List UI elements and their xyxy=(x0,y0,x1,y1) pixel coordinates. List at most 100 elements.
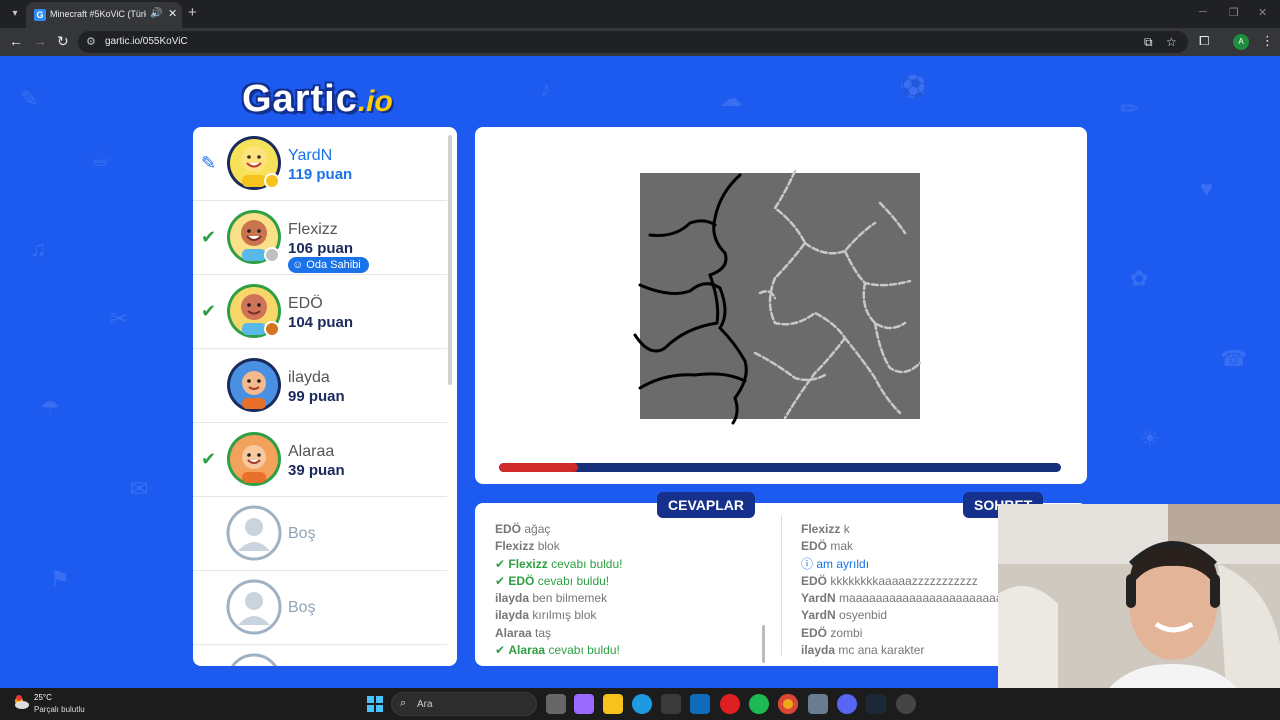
close-icon[interactable]: ✕ xyxy=(168,7,177,20)
window-close-icon[interactable]: ✕ xyxy=(1258,6,1267,19)
player-row[interactable]: ✔ Alaraa 39 puan xyxy=(193,423,447,497)
gartic-favicon-icon: G xyxy=(34,9,46,21)
player-row[interactable]: ✎ YardN 119 puan xyxy=(193,127,447,201)
new-tab-icon[interactable]: + xyxy=(188,4,197,21)
answer-user: ilayda xyxy=(495,608,530,623)
player-list-scrollbar[interactable] xyxy=(448,135,452,385)
doodle-icon: ✿ xyxy=(1130,266,1149,291)
empty-slot-label: Boş xyxy=(288,525,316,542)
outlook-icon[interactable] xyxy=(690,694,710,714)
tab-search-icon[interactable]: ▾ xyxy=(6,5,24,23)
bookmark-star-icon[interactable]: ☆ xyxy=(1166,35,1177,49)
doodle-icon: ♥ xyxy=(1200,176,1214,201)
empty-avatar xyxy=(226,579,282,635)
player-name: Flexizz xyxy=(288,221,338,238)
answer-text: kırılmış blok xyxy=(532,608,597,623)
install-app-icon[interactable]: ⧉ xyxy=(1144,35,1153,50)
tab-answers[interactable]: CEVAPLAR xyxy=(657,492,755,518)
address-bar[interactable]: ⚙ gartic.io/055KoViC ⧉ ☆ xyxy=(78,31,1188,53)
reload-icon[interactable]: ↻ xyxy=(57,33,69,50)
minimize-icon[interactable]: ─ xyxy=(1199,6,1207,18)
chat-user: Flexizz xyxy=(801,522,841,536)
doodle-icon: ♪ xyxy=(540,76,551,101)
info-icon: ⓘ xyxy=(801,556,817,571)
doodle-icon: ✎ xyxy=(20,86,39,111)
crown-icon: ☺ xyxy=(292,259,307,271)
answer-text: blok xyxy=(537,539,560,554)
player-color-dot xyxy=(264,173,280,189)
restore-icon[interactable]: ❐ xyxy=(1229,6,1239,19)
answer-user: Flexizz xyxy=(508,556,548,571)
chat-text: am ayrıldı xyxy=(816,556,870,571)
steam-icon[interactable] xyxy=(866,694,886,714)
drawing-canvas[interactable] xyxy=(625,163,925,433)
edge-icon[interactable] xyxy=(632,694,652,714)
gartic-logo[interactable]: Gartic.io xyxy=(242,78,393,124)
doodle-icon: ☂ xyxy=(40,396,60,421)
task-view-icon[interactable] xyxy=(546,694,566,714)
answer-line: Alaraa taş xyxy=(495,625,775,642)
player-color-dot xyxy=(264,321,280,337)
avatar xyxy=(226,357,282,413)
weather-cloud-icon[interactable] xyxy=(12,694,30,712)
site-info-icon[interactable]: ⚙ xyxy=(86,35,96,48)
checkmark-icon: ✔ xyxy=(201,449,217,469)
player-row[interactable]: ilayda 99 puan xyxy=(193,349,447,423)
app-icon[interactable] xyxy=(808,694,828,714)
copilot-icon[interactable] xyxy=(574,694,594,714)
browser-tab-bar: ▾ G Minecraft #5KoViC (Türkçe) 🔊 ✕ + ─ ❐… xyxy=(0,0,1280,28)
chat-user: ilayda xyxy=(801,643,836,658)
obs-icon[interactable] xyxy=(896,694,916,714)
taskbar-search[interactable]: ⌕ Ara xyxy=(391,692,537,716)
doodle-icon: ☁ xyxy=(720,86,742,111)
spotify-icon[interactable] xyxy=(749,694,769,714)
chat-text: zombi xyxy=(830,625,863,640)
answer-line: ✔ Flexizz cevabı buldu! xyxy=(495,556,775,573)
drawing-board xyxy=(475,127,1087,484)
player-row[interactable]: ✔ EDÖ 104 puan xyxy=(193,275,447,349)
pencil-icon: ✎ xyxy=(201,153,217,173)
browser-tab[interactable]: G Minecraft #5KoViC (Türkçe) 🔊 ✕ xyxy=(26,2,182,28)
speaker-icon[interactable]: 🔊 xyxy=(150,8,162,19)
weather-condition: Parçalı bulutlu xyxy=(34,705,85,714)
room-owner-label: Oda Sahibi xyxy=(306,259,361,271)
player-row[interactable]: ✔ Flexizz 106 puan ☺ Oda Sahibi xyxy=(193,201,447,275)
empty-slot-label: Boş xyxy=(288,599,316,616)
player-list: ✎ YardN 119 puan ✔ Flexizz 106 puan ☺ Od… xyxy=(193,127,457,666)
discord-icon[interactable] xyxy=(837,694,857,714)
menu-dots-icon[interactable]: ⋮ xyxy=(1261,33,1274,49)
answer-line: ilayda kırılmış blok xyxy=(495,607,775,624)
answers-scrollbar[interactable] xyxy=(762,625,765,663)
answer-text: cevabı buldu! xyxy=(537,573,610,588)
windows-taskbar: 25°C Parçalı bulutlu ⌕ Ara xyxy=(0,688,1280,720)
round-timer-bar xyxy=(499,463,1061,472)
extensions-icon[interactable]: ⧠ xyxy=(1199,33,1209,49)
doodle-icon: ☕ xyxy=(90,146,110,171)
store-icon[interactable] xyxy=(661,694,681,714)
answer-line: ilayda ben bilmemek xyxy=(495,590,775,607)
checkmark-icon: ✔ xyxy=(201,227,217,247)
file-explorer-icon[interactable] xyxy=(603,694,623,714)
answer-line: EDÖ ağaç xyxy=(495,521,775,538)
empty-slot: Boş xyxy=(193,497,447,571)
chat-text: k xyxy=(843,522,850,536)
chat-text: osyenbid xyxy=(839,608,888,623)
doodle-icon: ✉ xyxy=(130,476,149,501)
forward-icon[interactable]: → xyxy=(33,33,47,49)
answers-list[interactable]: EDÖ ağaç Flexizz blok ✔ Flexizz cevabı bul… xyxy=(495,521,775,659)
doodle-icon: ✂ xyxy=(110,306,129,331)
answer-user: ilayda xyxy=(495,591,530,606)
browser-toolbar: ← → ↻ ⚙ gartic.io/055KoViC ⧉ ☆ ⧠ A ⋮ xyxy=(0,28,1280,56)
tab-title: Minecraft #5KoViC (Türkçe) xyxy=(50,9,146,19)
opera-icon[interactable] xyxy=(720,694,740,714)
player-score: 106 puan xyxy=(288,240,354,257)
back-icon[interactable]: ← xyxy=(9,33,23,49)
room-owner-badge: ☺ Oda Sahibi xyxy=(288,257,369,273)
chrome-icon[interactable] xyxy=(778,694,798,714)
weather-temperature: 25°C xyxy=(34,693,52,702)
windows-start-icon[interactable] xyxy=(365,694,385,714)
chat-user: YardN xyxy=(801,591,836,606)
logo-main-text: Gartic xyxy=(242,78,358,120)
answer-text: ben bilmemek xyxy=(532,591,608,606)
profile-avatar[interactable]: A xyxy=(1233,34,1249,50)
